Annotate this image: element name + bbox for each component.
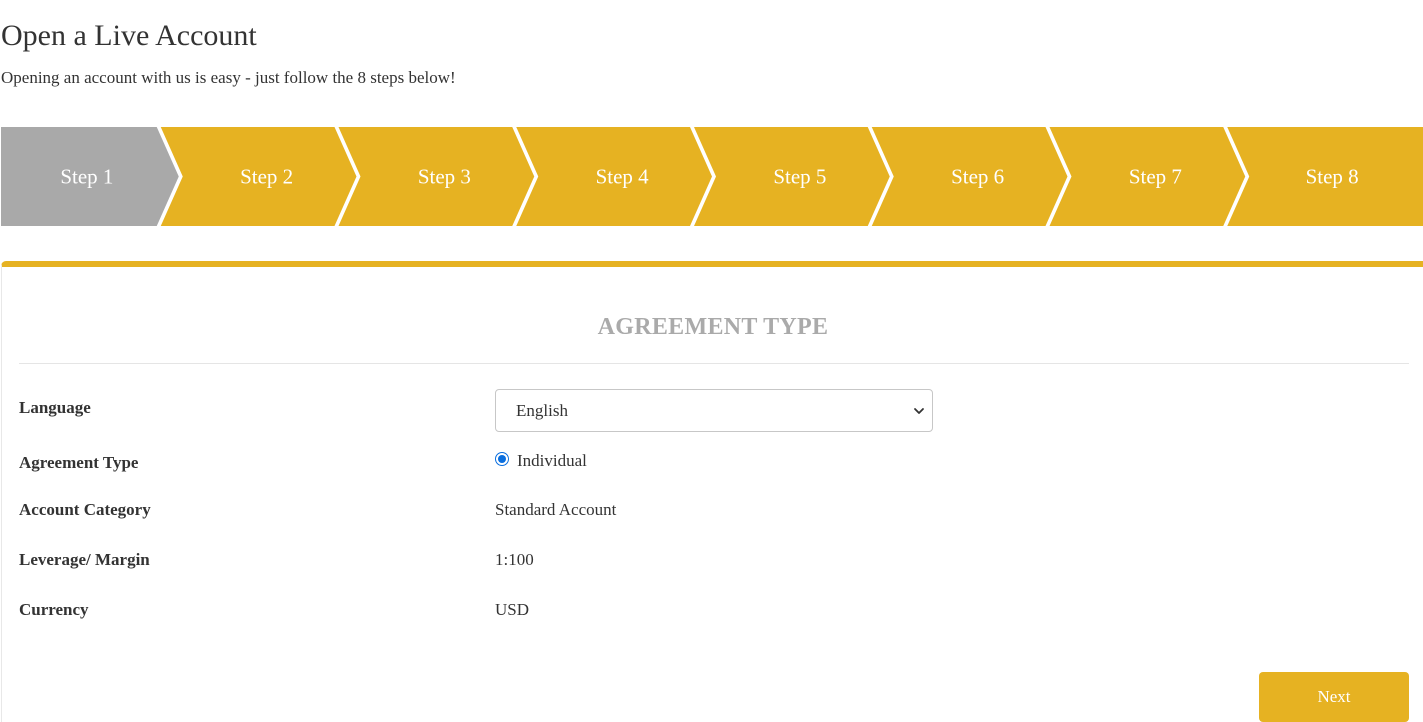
step-6-label[interactable]: Step 6 [951,165,1004,189]
step-2-label[interactable]: Step 2 [240,165,293,189]
step-progress-bar: Step 1 Step 2 Step 3 Step 4 Step 5 Step 6 Step… [1,127,1423,226]
page: Open a Live Account Opening an account w… [0,0,1423,722]
radio-checked-dot [498,455,506,463]
next-button[interactable]: Next [1259,672,1409,722]
currency-value: USD [495,600,530,619]
step-5-label[interactable]: Step 5 [773,165,826,189]
agreement-type-label: Agreement Type [19,453,139,472]
step-1-label[interactable]: Step 1 [60,165,113,189]
step-4-label[interactable]: Step 4 [596,165,650,189]
agreement-panel: AGREEMENT TYPE Language English Agreemen… [1,261,1423,722]
language-label: Language [19,398,91,417]
currency-label: Currency [19,600,89,619]
account-category-value: Standard Account [495,500,617,519]
leverage-label: Leverage/ Margin [19,550,150,569]
step-8-label[interactable]: Step 8 [1306,165,1359,189]
page-subtitle: Opening an account with us is easy - jus… [1,68,456,87]
language-select-value: English [516,401,568,420]
step-progress-svg: Step 1 Step 2 Step 3 Step 4 Step 5 Step 6 Step… [1,127,1423,226]
step-3-label[interactable]: Step 3 [418,165,471,189]
agreement-type-individual-option[interactable]: Individual [495,450,587,472]
step-7-label[interactable]: Step 7 [1129,165,1182,189]
page-title: Open a Live Account [1,19,257,52]
section-divider [19,363,1409,364]
chevron-down-icon [914,408,924,414]
individual-radio-label[interactable]: Individual [517,450,587,472]
language-select[interactable]: English [495,389,933,432]
section-heading: AGREEMENT TYPE [597,314,829,340]
account-category-label: Account Category [19,500,151,519]
leverage-value: 1:100 [495,550,534,569]
individual-radio[interactable] [495,452,509,466]
